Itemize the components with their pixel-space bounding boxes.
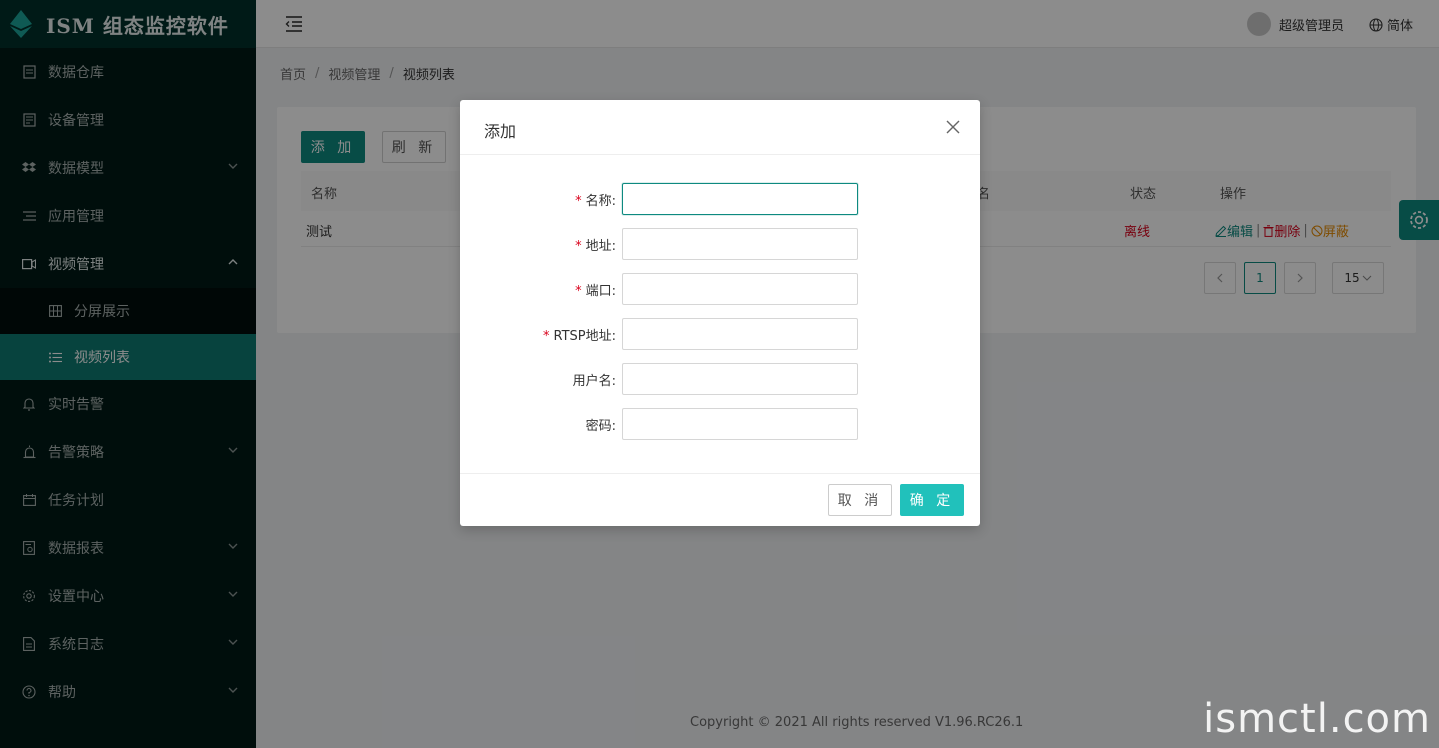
dialog-title: 添加 bbox=[484, 122, 517, 141]
rtsp-label-text: RTSP地址: bbox=[553, 329, 617, 344]
name-input[interactable] bbox=[622, 183, 858, 215]
username-input[interactable] bbox=[622, 363, 858, 395]
address-label: * 地址: bbox=[575, 235, 616, 254]
password-label: 密码: bbox=[585, 419, 616, 434]
required-mark: * bbox=[575, 284, 582, 299]
cancel-button[interactable]: 取 消 bbox=[828, 484, 892, 516]
form-row-rtsp: * RTSP地址: bbox=[460, 318, 980, 350]
rtsp-label: * RTSP地址: bbox=[543, 325, 616, 344]
form-row-password: 密码: bbox=[460, 408, 980, 440]
form-row-username: 用户名: bbox=[460, 363, 980, 395]
address-label-text: 地址: bbox=[585, 239, 616, 254]
username-label: 用户名: bbox=[572, 374, 616, 389]
form-row-address: * 地址: bbox=[460, 228, 980, 260]
port-label-text: 端口: bbox=[585, 284, 616, 299]
form-row-name: * 名称: bbox=[460, 183, 980, 215]
dialog-footer: 取 消 确 定 bbox=[460, 473, 980, 526]
address-input[interactable] bbox=[622, 228, 858, 260]
dialog-header: 添加 bbox=[460, 100, 980, 155]
required-mark: * bbox=[543, 329, 550, 344]
watermark: ismctl.com bbox=[1203, 696, 1431, 742]
port-label: * 端口: bbox=[575, 280, 616, 299]
port-input[interactable] bbox=[622, 273, 858, 305]
required-mark: * bbox=[575, 194, 582, 209]
confirm-button[interactable]: 确 定 bbox=[900, 484, 964, 516]
add-dialog: 添加 * 名称: * 地址: * 端口: * RTSP地址: 用户名: 密码: 取 消 … bbox=[460, 100, 980, 526]
name-label-text: 名称: bbox=[585, 194, 616, 209]
close-icon[interactable] bbox=[946, 120, 960, 134]
required-mark: * bbox=[575, 239, 582, 254]
name-label: * 名称: bbox=[575, 190, 616, 209]
rtsp-input[interactable] bbox=[622, 318, 858, 350]
password-input[interactable] bbox=[622, 408, 858, 440]
form-row-port: * 端口: bbox=[460, 273, 980, 305]
